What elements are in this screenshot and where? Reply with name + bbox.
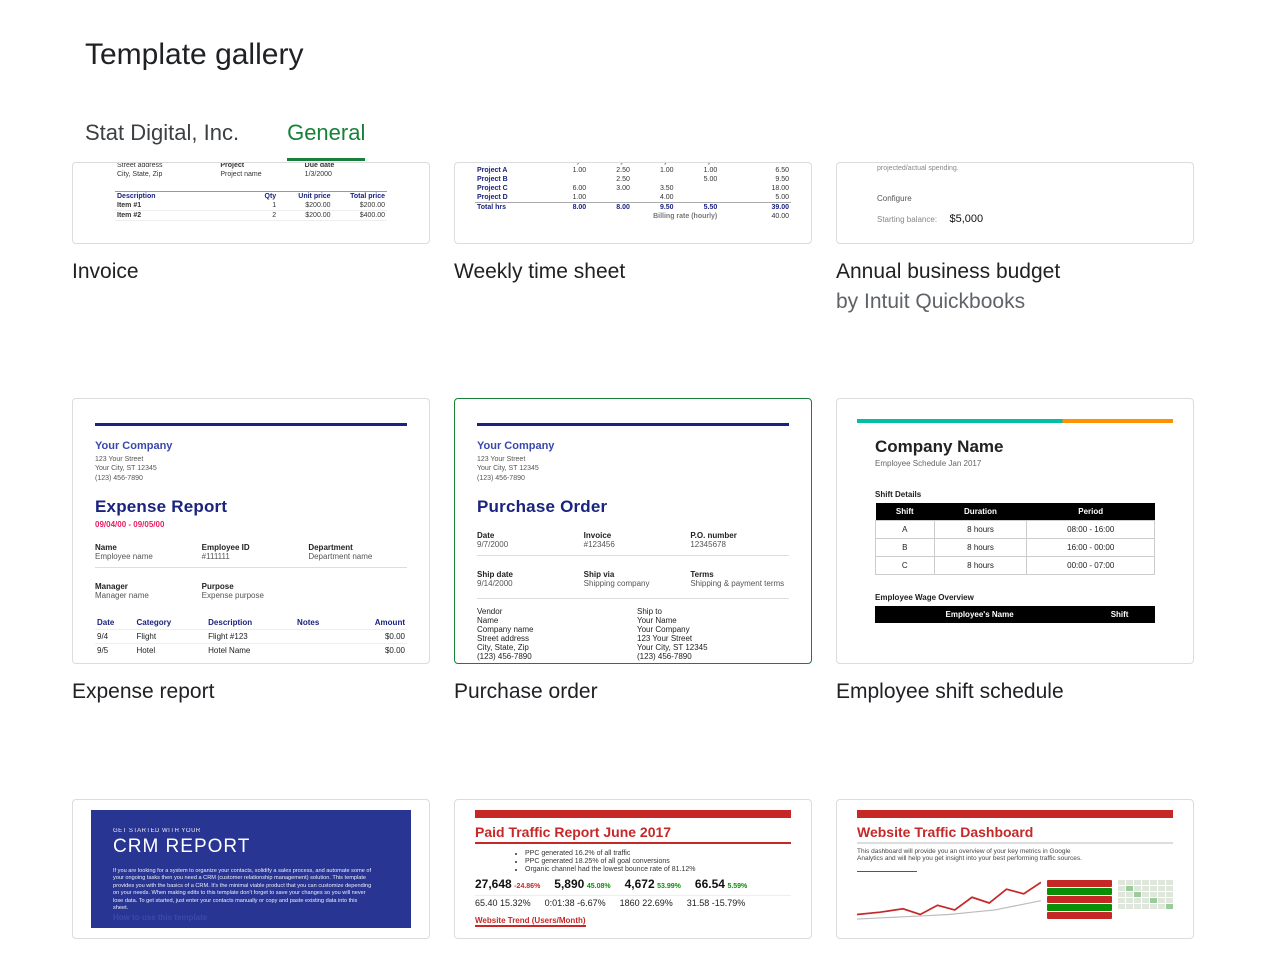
template-budget[interactable]: projected/actual spending. Configure Sta… <box>836 162 1194 244</box>
template-crm-report[interactable]: GET STARTED WITH YOUR CRM REPORT If you … <box>72 799 430 939</box>
template-purchase-title: Purchase order <box>454 678 812 706</box>
shift-subtitle: Employee Schedule Jan 2017 <box>875 459 1155 468</box>
budget-balance-value: $5,000 <box>950 213 984 225</box>
crm-eyebrow: GET STARTED WITH YOUR <box>113 828 389 834</box>
po-company: Your Company <box>477 440 789 452</box>
po-heading: Purchase Order <box>477 497 789 517</box>
template-purchase-order[interactable]: Your Company 123 Your Street Your City, … <box>454 398 812 664</box>
web-side-bars <box>1047 880 1112 926</box>
web-desc: This dashboard will provide you an overv… <box>857 848 1097 862</box>
template-shift-schedule[interactable]: Company Name Employee Schedule Jan 2017 … <box>836 398 1194 664</box>
expense-company: Your Company <box>95 440 407 452</box>
expense-heading: Expense Report <box>95 497 407 517</box>
template-invoice[interactable]: Street address Project Due date City, St… <box>72 162 430 244</box>
web-heatmap-icon <box>1118 880 1173 926</box>
template-paid-traffic[interactable]: Paid Traffic Report June 2017 PPC genera… <box>454 799 812 939</box>
template-budget-subtitle: by Intuit Quickbooks <box>836 290 1194 314</box>
template-timesheet[interactable]: Day 4 Day 5 Day 6 Day 7 Totals Project A… <box>454 162 812 244</box>
shift-company: Company Name <box>875 437 1155 457</box>
crm-howto: How to use this template <box>113 913 207 922</box>
shift-details-label: Shift Details <box>875 490 1155 499</box>
tab-org[interactable]: Stat Digital, Inc. <box>85 120 239 161</box>
crm-heading: CRM REPORT <box>113 836 389 858</box>
crm-paragraph: If you are looking for a system to organ… <box>113 868 373 913</box>
tab-general[interactable]: General <box>287 120 365 161</box>
template-budget-title: Annual business budget <box>836 258 1194 286</box>
expense-period: 09/04/00 - 09/05/00 <box>95 520 407 529</box>
budget-configure-label: Configure <box>877 194 1153 203</box>
budget-balance-label: Starting balance: <box>877 215 937 224</box>
template-expense-title: Expense report <box>72 678 430 706</box>
paid-title: Paid Traffic Report June 2017 <box>475 824 791 844</box>
shift-wage-label: Employee Wage Overview <box>875 593 1155 602</box>
budget-note: projected/actual spending. <box>877 165 1153 172</box>
template-expense-report[interactable]: Your Company 123 Your Street Your City, … <box>72 398 430 664</box>
page-title: Template gallery <box>85 38 1184 72</box>
template-invoice-title: Invoice <box>72 258 430 286</box>
template-timesheet-title: Weekly time sheet <box>454 258 812 286</box>
tabs: Stat Digital, Inc. General <box>85 120 1184 162</box>
web-sparkline-icon <box>857 880 1041 926</box>
template-shift-title: Employee shift schedule <box>836 678 1194 706</box>
paid-subsection: Website Trend (Users/Month) <box>475 916 586 927</box>
web-title: Website Traffic Dashboard <box>857 824 1173 844</box>
template-web-traffic[interactable]: Website Traffic Dashboard This dashboard… <box>836 799 1194 939</box>
